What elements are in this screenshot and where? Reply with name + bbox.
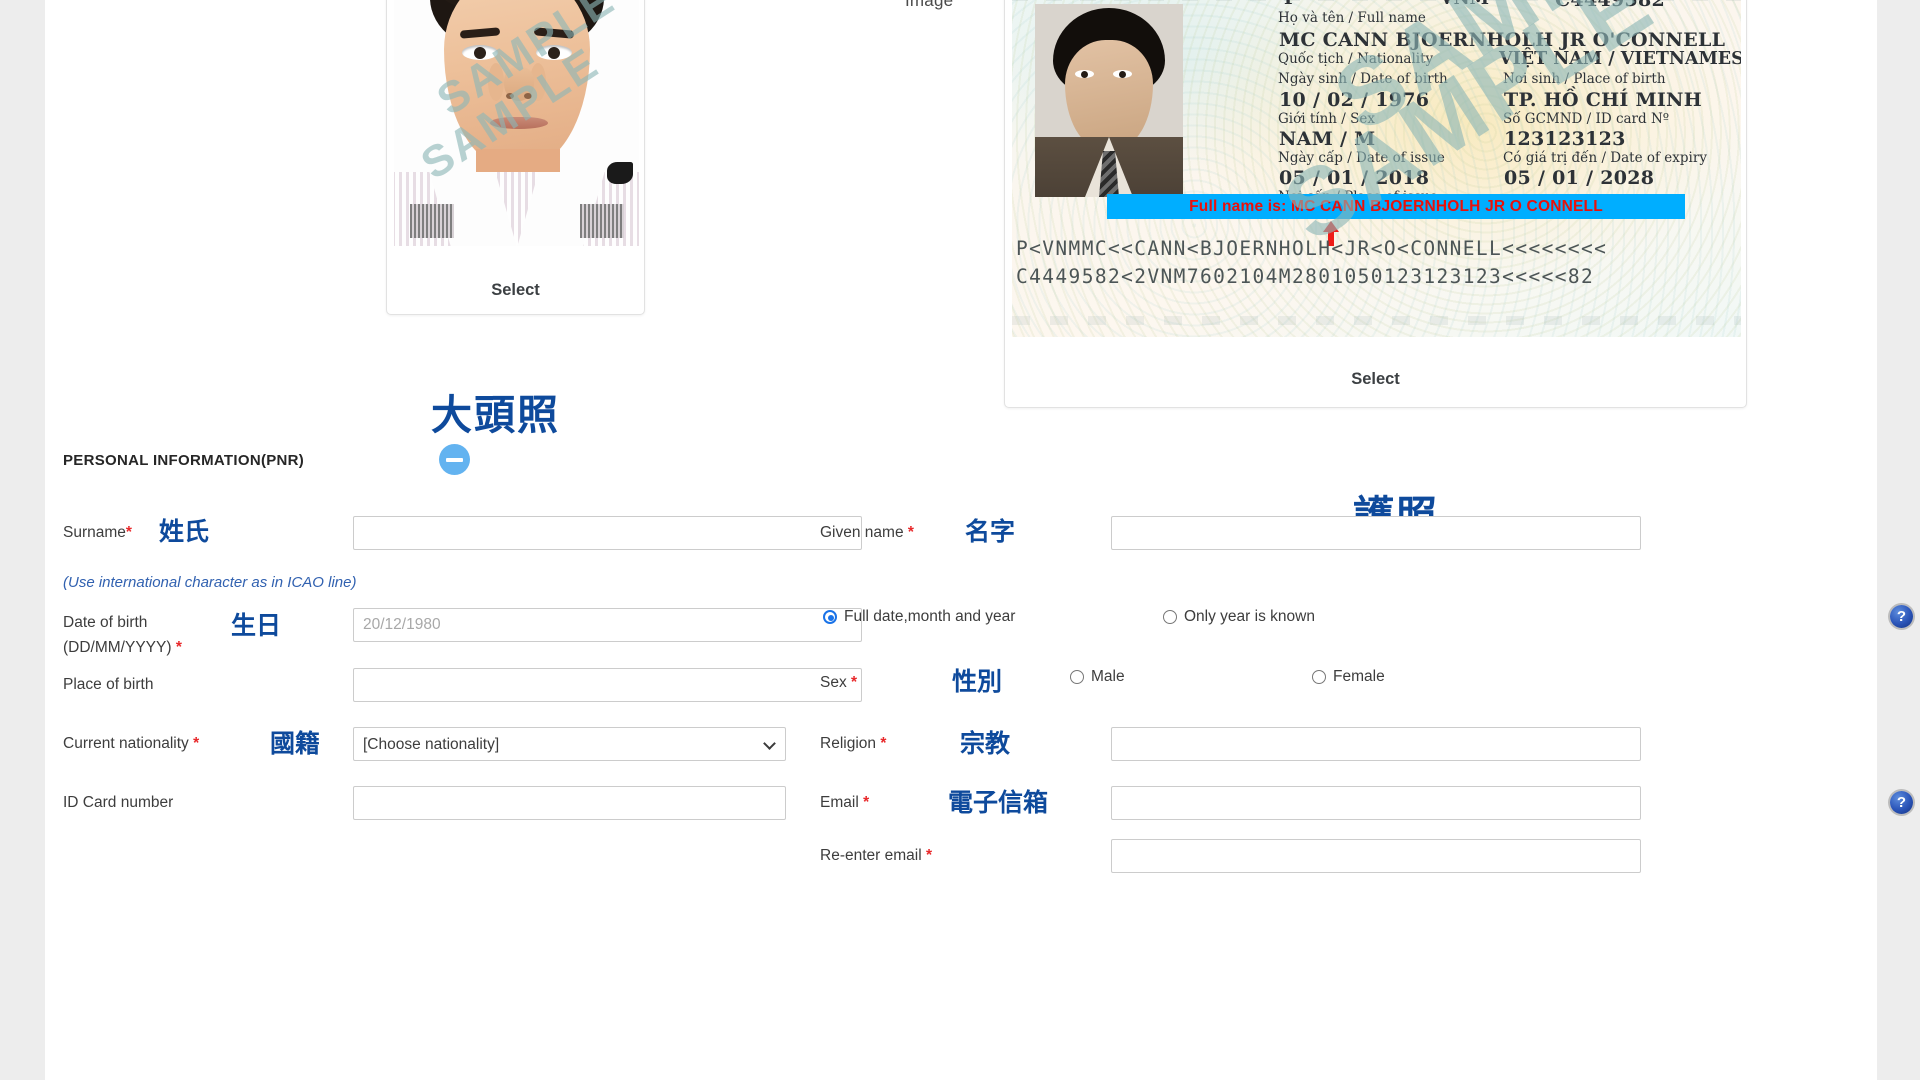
- religion-input[interactable]: [1111, 727, 1641, 761]
- required-marker: *: [925, 847, 933, 864]
- fullname-banner-text: Full name is: MC CANN BJOERNHOLH JR O CO…: [1189, 197, 1603, 215]
- sex-female-option[interactable]: Female: [1312, 668, 1385, 686]
- icao-hint: (Use international character as in ICAO …: [63, 574, 357, 591]
- question-mark-icon[interactable]: ?: [1890, 791, 1913, 814]
- passport-fullname-value: MC CANN BJOERNHOLH JR O'CONNELL: [1279, 29, 1726, 51]
- email-input[interactable]: [1111, 786, 1641, 820]
- passport-select-button[interactable]: Select: [1005, 370, 1746, 389]
- passport-sex-label: Giới tính / Sex: [1278, 111, 1375, 127]
- email-label: Email *: [820, 794, 870, 811]
- passport-idcard-label: Số GCMND / ID card Nº: [1503, 111, 1670, 127]
- up-arrow-icon: [1323, 221, 1339, 246]
- passport-number-value: C4449582: [1555, 0, 1666, 11]
- image-caption-label: Image: [905, 0, 954, 10]
- radio-full-date[interactable]: [823, 610, 837, 624]
- passport-pob-value: TP. HỒ CHÍ MINH: [1504, 89, 1702, 111]
- passport-thumbnail: HỘ CHIẾU / PASSPORT Loại / Type P Mã số …: [1012, 0, 1741, 337]
- photo-upload-card[interactable]: SAMPLE SAMPLE Select: [386, 0, 645, 315]
- passport-expiry-label: Có giá trị đến / Date of expiry: [1503, 150, 1707, 166]
- passport-upload-card[interactable]: HỘ CHIẾU / PASSPORT Loại / Type P Mã số …: [1004, 0, 1747, 408]
- section-title: PERSONAL INFORMATION(PNR): [63, 452, 305, 469]
- religion-annotation: 宗教: [960, 729, 1011, 758]
- passport-portrait: [1035, 4, 1183, 197]
- required-marker: *: [907, 524, 914, 541]
- passport-type-value: P: [1284, 0, 1297, 9]
- photo-select-button[interactable]: Select: [387, 281, 644, 300]
- given-name-input[interactable]: [1111, 516, 1641, 550]
- photo-thumbnail: SAMPLE SAMPLE: [394, 0, 639, 246]
- passport-expiry-value: 05 / 01 / 2028: [1504, 167, 1655, 189]
- given-name-label: Given name *: [820, 524, 914, 541]
- date-of-birth-label: Date of birth (DD/MM/YYYY) *: [63, 614, 182, 657]
- page-content: Image SAMPLE SAMPLE Select 大頭照 C4449582 …: [45, 0, 1913, 1080]
- passport-issue-value: 05 / 01 / 2018: [1279, 167, 1430, 189]
- dob-mode-full-option[interactable]: Full date,month and year: [823, 608, 1015, 626]
- surname-annotation: 姓氏: [159, 517, 210, 546]
- required-marker: *: [125, 524, 132, 541]
- nationality-annotation: 國籍: [270, 729, 321, 758]
- photo-artifact: [607, 162, 633, 184]
- personal-information-section-header: PERSONAL INFORMATION(PNR): [63, 444, 470, 475]
- mrz-line-1: P<VNMMC<<CANN<BJOERNHOLH<JR<O<CONNELL<<<…: [1016, 237, 1608, 260]
- sex-label: Sex *: [820, 674, 858, 691]
- place-of-birth-label: Place of birth: [63, 676, 154, 693]
- sex-male-option[interactable]: Male: [1070, 668, 1125, 686]
- required-marker: *: [851, 674, 858, 691]
- given-name-annotation: 名字: [965, 517, 1016, 546]
- nationality-select[interactable]: [Choose nationality]: [353, 727, 786, 761]
- passport-nationality-label: Quốc tịch / Nationality: [1278, 51, 1434, 67]
- dob-mode-full-label: Full date,month and year: [844, 608, 1016, 625]
- dob-mode-year-label: Only year is known: [1184, 608, 1315, 625]
- id-card-number-input[interactable]: [353, 786, 786, 820]
- date-of-birth-annotation: 生日: [231, 611, 282, 640]
- passport-idcard-value: 123123123: [1504, 128, 1626, 150]
- required-marker: *: [863, 794, 870, 811]
- reenter-email-label: Re-enter email *: [820, 847, 933, 864]
- surname-label: Surname*: [63, 524, 132, 541]
- required-marker: *: [193, 735, 200, 752]
- passport-fullname-label: Họ và tên / Full name: [1278, 10, 1426, 26]
- radio-male[interactable]: [1070, 670, 1084, 684]
- required-marker: *: [175, 639, 182, 657]
- passport-issue-label: Ngày cấp / Date of issue: [1278, 150, 1445, 166]
- upload-section: Image SAMPLE SAMPLE Select 大頭照 C4449582 …: [45, 0, 1877, 540]
- fullname-highlight-banner: Full name is: MC CANN BJOERNHOLH JR O CO…: [1107, 194, 1685, 219]
- passport-dob-label: Ngày sinh / Date of birth: [1278, 71, 1448, 87]
- passport-dob-value: 10 / 02 / 1976: [1279, 89, 1430, 111]
- nationality-label: Current nationality *: [63, 735, 200, 752]
- passport-code-value: VNM: [1440, 0, 1489, 9]
- reenter-email-input[interactable]: [1111, 839, 1641, 873]
- photo-annotation: 大頭照: [431, 391, 560, 439]
- date-of-birth-input[interactable]: [353, 608, 862, 642]
- mrz-line-2: C4449582<2VNM7602104M2801050123123123<<<…: [1016, 265, 1595, 288]
- place-of-birth-input[interactable]: [353, 668, 862, 702]
- dob-mode-year-option[interactable]: Only year is known: [1163, 608, 1315, 626]
- sex-male-label: Male: [1091, 668, 1125, 685]
- id-card-number-label: ID Card number: [63, 794, 174, 811]
- email-annotation: 電子信箱: [948, 788, 1049, 817]
- radio-year-only[interactable]: [1163, 610, 1177, 624]
- surname-input[interactable]: [353, 516, 862, 550]
- sex-annotation: 性別: [952, 667, 1003, 696]
- religion-label: Religion *: [820, 735, 887, 752]
- passport-sex-value: NAM / M: [1279, 128, 1376, 150]
- passport-pob-label: Nơi sinh / Place of birth: [1503, 71, 1666, 87]
- sex-female-label: Female: [1333, 668, 1385, 685]
- minus-circle-icon[interactable]: [439, 444, 470, 475]
- question-mark-icon[interactable]: ?: [1890, 605, 1913, 628]
- radio-female[interactable]: [1312, 670, 1326, 684]
- required-marker: *: [880, 735, 887, 752]
- passport-nationality-value: VIỆT NAM / VIETNAMESE: [1499, 49, 1741, 69]
